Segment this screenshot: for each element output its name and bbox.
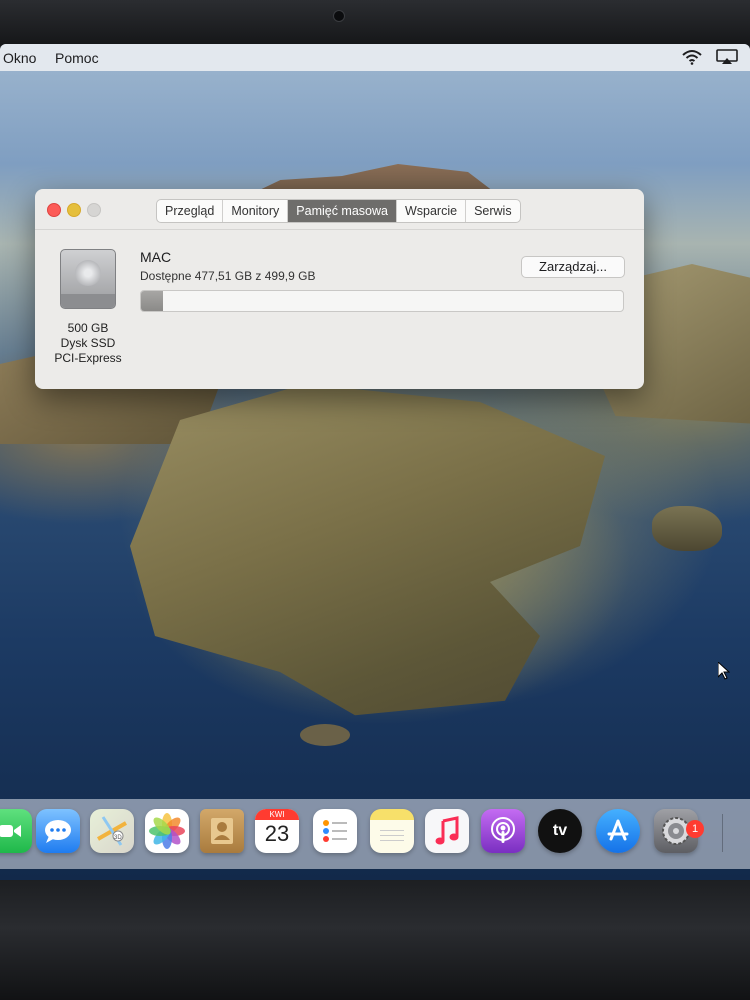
svg-text:3D: 3D [114,835,122,841]
tab-monitory[interactable]: Monitory [223,200,289,222]
apple-tv-label: tv [552,822,568,839]
wallpaper-rock [652,506,722,551]
calendar-month: KWI [255,809,299,820]
messages-icon[interactable] [36,809,80,853]
close-button[interactable] [47,203,61,217]
tab-serwis[interactable]: Serwis [466,200,520,222]
music-icon[interactable] [425,809,469,853]
wallpaper-islet [300,724,350,746]
hard-drive-icon [60,249,116,309]
storage-usage-bar [140,290,624,312]
window-titlebar: Przegląd Monitory Pamięć masowa Wsparcie… [35,189,644,230]
calendar-day: 23 [264,821,290,846]
maps-icon[interactable]: 3D [90,809,134,853]
wallpaper-island [130,384,605,716]
about-this-mac-window: Przegląd Monitory Pamięć masowa Wsparcie… [35,189,644,389]
dock-separator [722,814,723,852]
volume-available: Dostępne 477,51 GB z 499,9 GB [140,269,316,283]
tab-pamiec-masowa[interactable]: Pamięć masowa [288,200,397,222]
tab-wsparcie[interactable]: Wsparcie [397,200,467,222]
disk-size: 500 GB [67,321,109,335]
app-store-icon[interactable] [596,809,640,853]
laptop-bezel-bottom [0,880,750,1000]
menu-okno[interactable]: Okno [3,50,36,66]
contacts-icon[interactable] [200,809,244,853]
podcasts-icon[interactable] [481,809,525,853]
disk-type: Dysk SSD [60,336,116,350]
photos-icon[interactable] [145,809,189,853]
facetime-icon[interactable] [0,809,32,853]
zoom-button[interactable] [87,203,101,217]
menu-pomoc[interactable]: Pomoc [55,50,99,66]
desktop: Okno Pomoc Przegląd Monitory Pamięć maso… [0,44,750,880]
camera [333,10,345,22]
airplay-icon[interactable] [716,49,738,65]
minimize-button[interactable] [67,203,81,217]
notification-badge: 1 [686,820,704,838]
notes-icon[interactable] [370,809,414,853]
mouse-cursor-icon [718,662,730,680]
tab-bar: Przegląd Monitory Pamięć masowa Wsparcie… [156,199,521,223]
volume-name: MAC [140,249,172,265]
tab-przeglad[interactable]: Przegląd [157,200,224,222]
apple-tv-icon[interactable]: tv [538,809,582,853]
menu-bar: Okno Pomoc [0,44,750,71]
manage-button[interactable]: Zarządzaj... [521,256,625,278]
reminders-icon[interactable] [313,809,357,853]
laptop-bezel [0,0,750,46]
disk-interface: PCI-Express [54,351,122,365]
storage-usage-fill [141,291,163,311]
disk-info: 500 GB Dysk SSD PCI-Express [43,321,133,366]
calendar-icon[interactable]: KWI 23 [255,809,299,853]
wifi-icon[interactable] [682,49,702,65]
